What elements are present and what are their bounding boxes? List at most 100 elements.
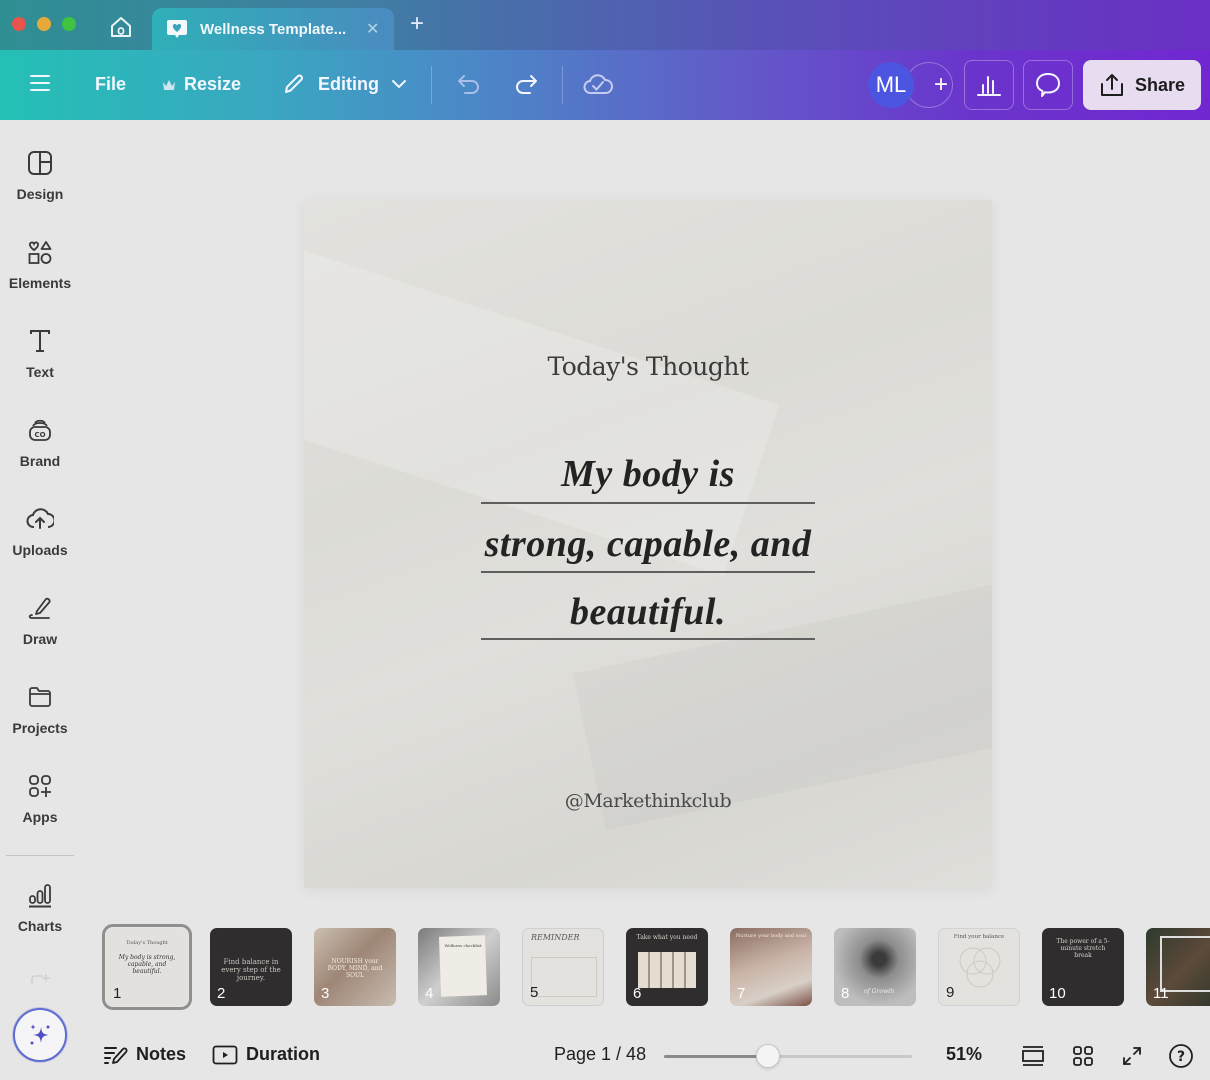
home-button[interactable] bbox=[106, 14, 136, 40]
writing-line bbox=[481, 502, 815, 504]
tab-close-button[interactable]: ✕ bbox=[366, 19, 379, 39]
thumbnail-number: 6 bbox=[633, 985, 642, 1002]
sidebar-label: Elements bbox=[8, 275, 72, 291]
notes-button[interactable]: Notes bbox=[104, 1044, 186, 1065]
save-status-button[interactable] bbox=[583, 71, 613, 97]
thumbnail-page[interactable]: Today's Thought My body is strong, capab… bbox=[102, 924, 192, 1010]
thumbnail-text: of Growth bbox=[864, 988, 895, 995]
sparkle-icon bbox=[30, 1024, 50, 1045]
page-heading[interactable]: Today's Thought bbox=[304, 352, 992, 381]
page-handle-text[interactable]: @Markethinkclub bbox=[304, 790, 992, 812]
thumbnail-page[interactable]: The power of a 5-minute stretch break 10 bbox=[1042, 928, 1124, 1006]
sidebar-label: Design bbox=[16, 186, 64, 202]
comments-button[interactable] bbox=[1023, 60, 1073, 110]
editing-mode-dropdown[interactable]: Editing bbox=[282, 72, 407, 96]
share-button[interactable]: Share bbox=[1083, 60, 1201, 110]
sidebar-item-apps[interactable]: Apps bbox=[0, 767, 80, 847]
sidebar-item-draw[interactable]: Draw bbox=[0, 589, 80, 669]
play-box-icon bbox=[212, 1045, 238, 1064]
resize-button[interactable]: Resize bbox=[162, 74, 241, 95]
fullscreen-button[interactable] bbox=[1119, 1043, 1145, 1069]
thumbnail-page[interactable]: Find your balance 9 bbox=[938, 928, 1020, 1006]
sidebar-item-uploads[interactable]: Uploads bbox=[0, 500, 80, 580]
sidebar-item-projects[interactable]: Projects bbox=[0, 678, 80, 758]
thumbnail-text: My body is strong, capable, and beautifu… bbox=[118, 954, 176, 975]
design-page[interactable]: Today's Thought My body is strong, capab… bbox=[304, 200, 992, 888]
affirmation-line-1[interactable]: My body is bbox=[481, 452, 815, 496]
affirmation-line-3[interactable]: beautiful. bbox=[481, 590, 815, 634]
help-icon: ? bbox=[1169, 1044, 1193, 1068]
insights-button[interactable] bbox=[964, 60, 1014, 110]
thumbnail-page[interactable]: Nurture your body and soul 7 bbox=[730, 928, 812, 1006]
thumbnail-box bbox=[531, 957, 597, 997]
thumbnail-page[interactable]: Take what you need 6 bbox=[626, 928, 708, 1006]
bar-chart-icon bbox=[977, 76, 1001, 96]
thumbnail-page[interactable]: Find balance in every step of the journe… bbox=[210, 928, 292, 1006]
thumbnail-number: 8 bbox=[841, 985, 850, 1002]
thumbnail-page[interactable]: Wellness checklist 4 bbox=[418, 928, 500, 1006]
thumbnail-number: 5 bbox=[530, 984, 539, 1001]
sidebar-label: Text bbox=[26, 364, 54, 380]
zoom-slider-handle[interactable] bbox=[756, 1044, 781, 1068]
editing-label: Editing bbox=[318, 73, 379, 94]
duration-button[interactable]: Duration bbox=[212, 1044, 320, 1065]
duration-label: Duration bbox=[246, 1044, 320, 1064]
help-button[interactable]: ? bbox=[1168, 1043, 1194, 1069]
sidebar-label: Charts bbox=[17, 918, 63, 934]
zoom-slider-fill bbox=[664, 1055, 769, 1058]
window-titlebar: Wellness Template... ✕ + bbox=[0, 0, 1210, 50]
thumbnail-page[interactable]: of Growth 8 bbox=[834, 928, 916, 1006]
sidebar-divider bbox=[6, 855, 74, 856]
thumbnail-number: 3 bbox=[321, 985, 330, 1002]
folder-icon bbox=[25, 682, 55, 712]
sidebar-item-charts[interactable]: Charts bbox=[0, 876, 80, 956]
zoom-percent-button[interactable]: 51% bbox=[946, 1044, 982, 1065]
shapes-icon bbox=[25, 237, 55, 267]
main-menu-button[interactable] bbox=[30, 74, 50, 92]
thumbnail-page[interactable]: REMINDER 5 bbox=[522, 928, 604, 1006]
close-window-button[interactable] bbox=[12, 17, 26, 31]
thumbnail-page[interactable]: NOURISH your BODY, MIND, and SOUL 3 bbox=[314, 928, 396, 1006]
sidebar-item-elements[interactable]: Elements bbox=[0, 233, 80, 313]
single-page-view-button[interactable] bbox=[1020, 1043, 1046, 1069]
sidebar-label: Brand bbox=[19, 453, 61, 469]
maximize-window-button[interactable] bbox=[62, 17, 76, 31]
hamburger-icon bbox=[30, 75, 50, 91]
text-icon bbox=[25, 326, 55, 356]
document-tab[interactable]: Wellness Template... ✕ bbox=[152, 8, 394, 50]
undo-button[interactable] bbox=[456, 72, 482, 96]
undo-icon bbox=[458, 75, 479, 94]
sidebar-item-text[interactable]: Text bbox=[0, 322, 80, 402]
new-tab-button[interactable]: + bbox=[410, 12, 424, 36]
sidebar-item-brand[interactable]: CO Brand bbox=[0, 411, 80, 491]
svg-text:?: ? bbox=[1177, 1049, 1185, 1065]
minimize-window-button[interactable] bbox=[37, 17, 51, 31]
sidebar-label: Uploads bbox=[12, 542, 68, 558]
page-indicator-text: Page 1 / 48 bbox=[554, 1044, 647, 1064]
affirmation-line-2[interactable]: strong, capable, and bbox=[481, 522, 815, 566]
cloud-upload-icon bbox=[25, 504, 55, 534]
redo-button[interactable] bbox=[513, 72, 539, 96]
sidebar-label: Projects bbox=[12, 720, 68, 736]
sidebar-label: Draw bbox=[22, 631, 58, 647]
file-menu-button[interactable]: File bbox=[95, 74, 126, 95]
thumbnail-number: 2 bbox=[217, 985, 226, 1002]
sidebar-item-design[interactable]: Design bbox=[0, 144, 80, 224]
thumbnail-text: Nurture your body and soul bbox=[735, 933, 807, 939]
thumbnail-number: 7 bbox=[737, 985, 746, 1002]
thumbnail-page[interactable]: 11 bbox=[1146, 928, 1210, 1006]
thumbnail-text: Take what you need bbox=[636, 934, 698, 941]
thumbnail-number: 9 bbox=[946, 984, 955, 1001]
thumbnail-venn bbox=[959, 947, 1001, 988]
editor-toolbar: File Resize Editing + ML Share bbox=[0, 50, 1210, 120]
page-indicator[interactable]: Page 1 / 48 bbox=[554, 1044, 646, 1065]
thumbnail-text: REMINDER bbox=[531, 933, 580, 942]
thumbnail-number: 1 bbox=[113, 985, 122, 1002]
speech-bubble-icon bbox=[1036, 73, 1060, 97]
grid-view-button[interactable] bbox=[1070, 1043, 1096, 1069]
user-avatar[interactable]: ML bbox=[868, 62, 914, 108]
upload-icon bbox=[1100, 74, 1123, 96]
sidebar-label: Apps bbox=[22, 809, 58, 825]
magic-assistant-button[interactable] bbox=[13, 1008, 67, 1062]
zoom-slider[interactable] bbox=[664, 1044, 912, 1068]
